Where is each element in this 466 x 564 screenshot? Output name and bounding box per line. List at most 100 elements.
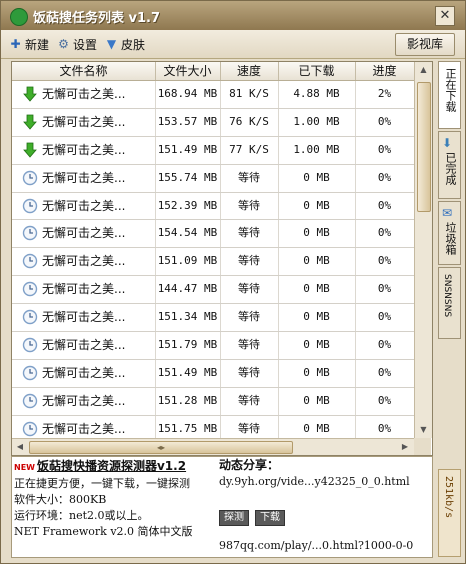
clock-icon: [22, 421, 38, 437]
cell-progress: 0%: [377, 254, 392, 268]
share-link-1[interactable]: dy.9yh.org/vide...y42325_0_0.html: [219, 475, 410, 488]
cell-downloaded: 0 MB: [303, 198, 330, 212]
table-row[interactable]: 无懈可击之美... 151.09 MB 等待 0 MB 0%: [12, 248, 414, 277]
cell-size: 155.74 MB: [157, 170, 218, 184]
cell-name: 无懈可击之美...: [42, 338, 126, 353]
table-row[interactable]: 无懈可击之美... 153.57 MB 76 K/S 1.00 MB 0%: [12, 109, 414, 137]
download-arrow-icon: [22, 142, 38, 158]
tab-trash[interactable]: ✉ 垃圾箱: [438, 201, 461, 265]
download-button[interactable]: 下载: [255, 510, 285, 526]
cell-progress: 0%: [377, 338, 392, 352]
share-title: 动态分享：: [219, 458, 280, 472]
clock-icon: [22, 253, 38, 269]
cell-speed: 76 K/S: [229, 114, 269, 128]
tab-extra[interactable]: SNSNSNS: [438, 267, 461, 339]
new-button[interactable]: ✚ 新建: [9, 35, 49, 53]
cell-speed: 等待: [238, 310, 260, 324]
ad-line-2: 软件大小：800KB: [14, 493, 107, 506]
table-row[interactable]: 无懈可击之美... 155.74 MB 等待 0 MB 0%: [12, 165, 414, 193]
h-scroll-thumb[interactable]: ◂▸: [29, 441, 293, 454]
cell-size: 151.09 MB: [157, 254, 218, 268]
scroll-thumb[interactable]: [417, 82, 431, 212]
table-row[interactable]: 无懈可击之美... 144.47 MB 等待 0 MB 0%: [12, 276, 414, 305]
clock-icon: [22, 309, 38, 325]
cell-size: 153.57 MB: [157, 114, 218, 128]
cell-name: 无懈可击之美...: [42, 226, 126, 241]
table-row[interactable]: 无懈可击之美... 151.28 MB 等待 0 MB 0%: [12, 388, 414, 416]
download-arrow-icon: [22, 114, 38, 130]
new-label: 新建: [25, 37, 50, 52]
horizontal-scrollbar[interactable]: ◀ ◂▸ ▶: [12, 438, 414, 455]
vertical-scrollbar[interactable]: ▲ ▼: [414, 62, 432, 438]
cell-progress: 0%: [377, 142, 392, 156]
cell-progress: 0%: [377, 365, 392, 379]
table-row[interactable]: 无懈可击之美... 151.49 MB 等待 0 MB 0%: [12, 360, 414, 388]
cell-speed: 等待: [238, 170, 260, 184]
col-header-speed[interactable]: 速度: [220, 62, 279, 80]
tab-trash-label: 垃圾箱: [444, 222, 457, 255]
table-row[interactable]: 无懈可击之美... 168.94 MB 81 K/S 4.88 MB 2%: [12, 81, 414, 109]
tab-extra-label: SNSNSNS: [442, 274, 452, 318]
cell-size: 151.49 MB: [157, 142, 218, 156]
new-badge: NEW: [14, 463, 35, 472]
cell-progress: 2%: [377, 87, 392, 100]
cell-speed: 等待: [238, 338, 260, 352]
ad-title[interactable]: NEW 饭萜搜快播资源探测器v1.2: [14, 457, 186, 474]
cell-downloaded: 1.00 MB: [293, 114, 340, 128]
close-button[interactable]: ✕: [435, 6, 455, 26]
ad-line-1: 正在捷更方便，一键下载，一键探测: [14, 477, 190, 490]
skin-button[interactable]: ▼ 皮肤: [105, 35, 145, 53]
tab-downloading-label: 正在下载: [444, 68, 457, 112]
cell-speed: 81 K/S: [229, 87, 269, 100]
tab-downloading[interactable]: 正在下载: [438, 61, 461, 129]
task-rows: 无懈可击之美... 168.94 MB 81 K/S 4.88 MB 2% 无懈可击之美.…: [12, 81, 414, 455]
clock-icon: [22, 198, 38, 214]
library-button[interactable]: 影视库: [395, 33, 455, 56]
tab-completed-label: 已完成: [444, 152, 457, 185]
col-header-downloaded[interactable]: 已下载: [278, 62, 356, 80]
gear-icon: ⚙: [58, 36, 69, 51]
settings-button[interactable]: ⚙ 设置: [57, 35, 97, 53]
cell-name: 无懈可击之美...: [42, 254, 126, 269]
toolbar: ✚ 新建 ⚙ 设置 ▼ 皮肤 影视库: [1, 30, 465, 59]
scroll-left-icon[interactable]: ◀: [12, 439, 28, 455]
table-row[interactable]: 无懈可击之美... 151.49 MB 77 K/S 1.00 MB 0%: [12, 137, 414, 165]
trash-icon: ✉: [442, 206, 453, 220]
col-header-size[interactable]: 文件大小: [155, 62, 221, 80]
cell-downloaded: 0 MB: [303, 310, 330, 324]
main-window: 饭萜搜任务列表 v1.7 ✕ ✚ 新建 ⚙ 设置 ▼ 皮肤 影视库 文件名称 文…: [0, 0, 466, 564]
download-arrow-icon: [22, 86, 38, 102]
share-link-2[interactable]: 987qq.com/play/...0.html?1000-0-0: [219, 539, 413, 552]
tab-completed[interactable]: ⬇ 已完成: [438, 131, 461, 199]
cell-downloaded: 1.00 MB: [293, 142, 340, 156]
cell-progress: 0%: [377, 198, 392, 212]
settings-label: 设置: [73, 37, 98, 52]
task-list[interactable]: 文件名称 文件大小 速度 已下载 进度 无懈可击之美... 168.94 MB 81…: [11, 61, 433, 456]
scroll-corner: [414, 438, 431, 455]
app-logo-icon: [10, 8, 28, 26]
speed-readout-text: 251kb/s: [443, 476, 454, 519]
close-icon: ✕: [439, 8, 451, 23]
table-row[interactable]: 无懈可击之美... 151.79 MB 等待 0 MB 0%: [12, 332, 414, 360]
table-row[interactable]: 无懈可击之美... 152.39 MB 等待 0 MB 0%: [12, 193, 414, 221]
cell-progress: 0%: [377, 114, 392, 128]
clock-icon: [22, 337, 38, 353]
cell-speed: 等待: [238, 254, 260, 268]
ad-line-4: NET Framework v2.0 简体中文版: [14, 525, 193, 538]
cell-progress: 0%: [377, 226, 392, 240]
cell-size: 168.94 MB: [157, 87, 218, 100]
title-bar[interactable]: 饭萜搜任务列表 v1.7 ✕: [1, 1, 465, 30]
cell-name: 无懈可击之美...: [42, 365, 126, 380]
col-header-name[interactable]: 文件名称: [12, 62, 156, 80]
completed-icon: ⬇: [442, 136, 453, 150]
scroll-down-icon[interactable]: ▼: [415, 422, 432, 438]
cell-progress: 0%: [377, 393, 392, 407]
cell-downloaded: 0 MB: [303, 226, 330, 240]
table-row[interactable]: 无懈可击之美... 154.54 MB 等待 0 MB 0%: [12, 220, 414, 249]
col-header-progress[interactable]: 进度: [355, 62, 414, 80]
scroll-up-icon[interactable]: ▲: [415, 62, 432, 78]
cell-downloaded: 0 MB: [303, 365, 330, 379]
table-row[interactable]: 无懈可击之美... 151.34 MB 等待 0 MB 0%: [12, 304, 414, 333]
scroll-right-icon[interactable]: ▶: [397, 439, 413, 455]
probe-button[interactable]: 探测: [219, 510, 249, 526]
